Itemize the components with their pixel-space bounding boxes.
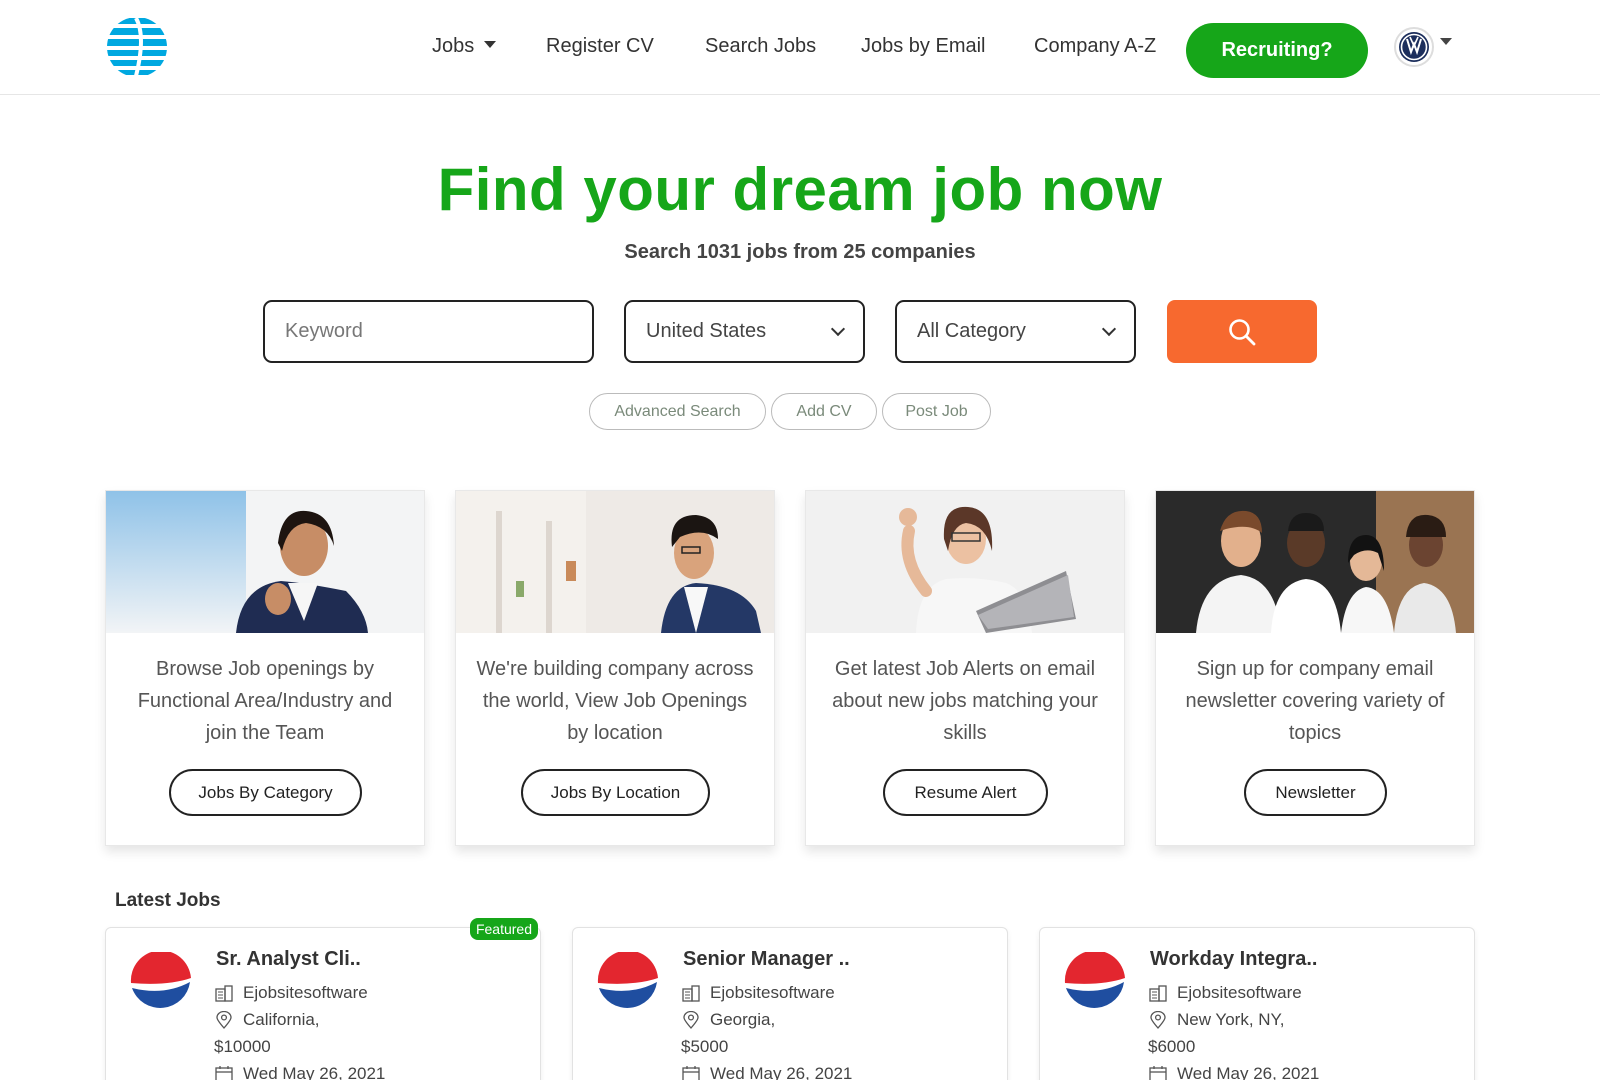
jobs-by-location-button[interactable]: Jobs By Location bbox=[521, 769, 710, 816]
top-navbar: Jobs Register CV Search Jobs Jobs by Ema… bbox=[0, 0, 1600, 95]
job-title[interactable]: Sr. Analyst Cli.. bbox=[216, 948, 361, 971]
building-icon bbox=[681, 984, 701, 1002]
nav-jobs-label: Jobs bbox=[432, 35, 475, 57]
chevron-down-icon bbox=[830, 321, 846, 336]
vw-logo-icon bbox=[1399, 32, 1429, 62]
job-date: Wed May 26, 2021 bbox=[1177, 1064, 1320, 1080]
nav-search-jobs[interactable]: Search Jobs bbox=[705, 35, 816, 58]
job-date-row: Wed May 26, 2021 bbox=[681, 1064, 852, 1080]
job-salary: $6000 bbox=[1148, 1037, 1196, 1056]
job-location-row: California, bbox=[214, 1010, 320, 1030]
att-globe-logo[interactable] bbox=[106, 16, 168, 78]
feature-description: We're building company across the world,… bbox=[476, 658, 754, 744]
feature-card-newsletter: Sign up for company email newsletter cov… bbox=[1155, 490, 1475, 846]
job-card[interactable]: Workday Integra.. Ejobsitesoftware New Y… bbox=[1039, 927, 1475, 1080]
pepsi-logo-icon bbox=[1064, 952, 1125, 1013]
job-card[interactable]: Senior Manager .. Ejobsitesoftware Georg… bbox=[572, 927, 1008, 1080]
feature-description: Sign up for company email newsletter cov… bbox=[1185, 658, 1445, 744]
featured-badge: Featured bbox=[469, 918, 538, 940]
search-button[interactable] bbox=[1167, 300, 1317, 363]
job-date: Wed May 26, 2021 bbox=[243, 1064, 386, 1080]
post-job-link[interactable]: Post Job bbox=[882, 393, 991, 430]
feature-description: Browse Job openings by Functional Area/I… bbox=[137, 658, 393, 744]
job-salary-row: $5000 bbox=[681, 1037, 728, 1057]
add-cv-link[interactable]: Add CV bbox=[771, 393, 877, 430]
feature-card-alert: Get latest Job Alerts on email about new… bbox=[805, 490, 1125, 846]
calendar-icon bbox=[681, 1065, 701, 1080]
job-salary: $5000 bbox=[681, 1037, 729, 1056]
country-select[interactable]: United States bbox=[624, 300, 865, 363]
job-date-row: Wed May 26, 2021 bbox=[214, 1064, 385, 1080]
job-company-row: Ejobsitesoftware bbox=[214, 983, 368, 1003]
job-title[interactable]: Senior Manager .. bbox=[683, 948, 850, 971]
category-selected-value: All Category bbox=[917, 320, 1026, 342]
job-location: California, bbox=[243, 1010, 320, 1029]
building-icon bbox=[214, 984, 234, 1002]
calendar-icon bbox=[1148, 1065, 1168, 1080]
location-pin-icon bbox=[214, 1011, 234, 1029]
location-pin-icon bbox=[681, 1011, 701, 1029]
job-company-row: Ejobsitesoftware bbox=[681, 983, 835, 1003]
location-pin-icon bbox=[1148, 1011, 1168, 1029]
man-at-desk-photo bbox=[456, 491, 774, 633]
pepsi-logo-icon bbox=[130, 952, 191, 1013]
job-salary-row: $6000 bbox=[1148, 1037, 1195, 1057]
account-menu[interactable] bbox=[1394, 27, 1452, 67]
job-title[interactable]: Workday Integra.. bbox=[1150, 948, 1317, 971]
feature-description: Get latest Job Alerts on email about new… bbox=[832, 658, 1098, 744]
job-company: Ejobsitesoftware bbox=[243, 983, 368, 1002]
job-salary: $10000 bbox=[214, 1037, 271, 1056]
job-company: Ejobsitesoftware bbox=[710, 983, 835, 1002]
job-card[interactable]: Featured Sr. Analyst Cli.. Ejobsitesoftw… bbox=[105, 918, 541, 1080]
team-celebrating-photo bbox=[1156, 491, 1474, 633]
feature-card-location: We're building company across the world,… bbox=[455, 490, 775, 846]
nav-company-a-z[interactable]: Company A-Z bbox=[1034, 35, 1156, 58]
nav-jobs-dropdown[interactable]: Jobs bbox=[432, 35, 497, 58]
category-select[interactable]: All Category bbox=[895, 300, 1136, 363]
hero-title: Find your dream job now bbox=[437, 156, 1163, 223]
nav-register-cv[interactable]: Register CV bbox=[546, 35, 654, 58]
job-company-row: Ejobsitesoftware bbox=[1148, 983, 1302, 1003]
nav-jobs-by-email[interactable]: Jobs by Email bbox=[861, 35, 986, 58]
latest-jobs-title: Latest Jobs bbox=[115, 890, 221, 911]
recruiting-button[interactable]: Recruiting? bbox=[1186, 23, 1368, 78]
job-date-row: Wed May 26, 2021 bbox=[1148, 1064, 1319, 1080]
pepsi-logo-icon bbox=[597, 952, 658, 1013]
woman-thumbs-up-photo bbox=[106, 491, 424, 633]
job-location-row: Georgia, bbox=[681, 1010, 775, 1030]
caret-down-icon bbox=[484, 41, 497, 49]
job-location: Georgia, bbox=[710, 1010, 776, 1029]
building-icon bbox=[1148, 984, 1168, 1002]
job-salary-row: $10000 bbox=[214, 1037, 271, 1057]
job-company: Ejobsitesoftware bbox=[1177, 983, 1302, 1002]
job-location: New York, NY, bbox=[1177, 1010, 1285, 1029]
keyword-field[interactable] bbox=[263, 300, 594, 363]
jobs-by-category-button[interactable]: Jobs By Category bbox=[169, 769, 362, 816]
job-date: Wed May 26, 2021 bbox=[710, 1064, 853, 1080]
search-icon bbox=[1229, 318, 1256, 345]
resume-alert-button[interactable]: Resume Alert bbox=[883, 769, 1048, 816]
keyword-input[interactable] bbox=[285, 320, 572, 343]
chevron-down-icon bbox=[1101, 321, 1117, 336]
caret-down-icon bbox=[1440, 37, 1452, 45]
advanced-search-link[interactable]: Advanced Search bbox=[589, 393, 766, 430]
vw-logo-avatar bbox=[1394, 27, 1434, 67]
hero-subtitle: Search 1031 jobs from 25 companies bbox=[624, 241, 976, 263]
job-location-row: New York, NY, bbox=[1148, 1010, 1284, 1030]
country-selected-value: United States bbox=[646, 320, 767, 342]
woman-with-laptop-photo bbox=[806, 491, 1124, 633]
feature-card-category: Browse Job openings by Functional Area/I… bbox=[105, 490, 425, 846]
newsletter-button[interactable]: Newsletter bbox=[1244, 769, 1387, 816]
calendar-icon bbox=[214, 1065, 234, 1080]
